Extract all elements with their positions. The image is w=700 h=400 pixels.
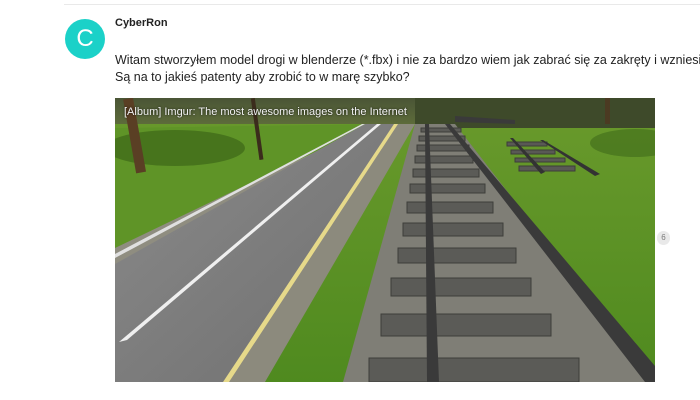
imgur-onebox-link[interactable]: [Album] Imgur: The most awesome images o… (115, 98, 655, 382)
post-body: Witam stworzyłem model drogi w blenderze… (115, 52, 700, 86)
post-text-line-1: Witam stworzyłem model drogi w blenderze… (115, 53, 700, 67)
post-text-line-2: Są na to jakieś patenty aby zrobić to w … (115, 70, 410, 84)
user-avatar[interactable]: C (65, 19, 105, 59)
onebox-caption[interactable]: [Album] Imgur: The most awesome images o… (124, 106, 407, 118)
link-click-count-badge: 6 (657, 231, 670, 245)
post-username[interactable]: CyberRon (115, 17, 168, 29)
onebox-image (115, 98, 655, 382)
top-divider (64, 4, 700, 5)
